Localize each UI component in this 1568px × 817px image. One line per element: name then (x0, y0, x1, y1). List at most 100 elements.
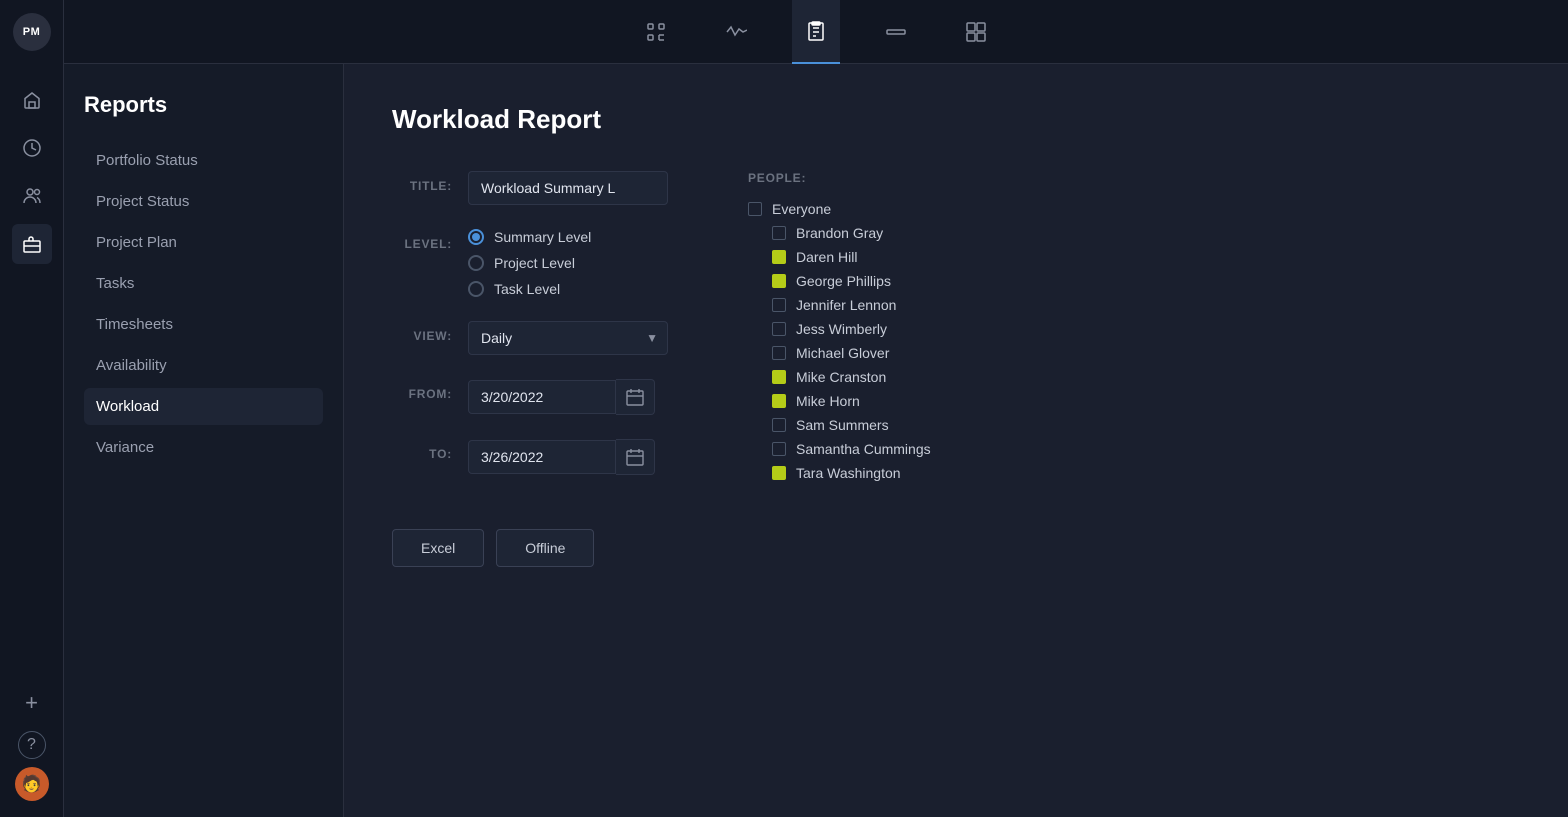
people-icon[interactable] (12, 176, 52, 216)
samantha-cummings-checkbox[interactable] (772, 442, 786, 456)
radio-task-indicator (468, 281, 484, 297)
person-mike-cranston[interactable]: Mike Cranston (748, 369, 1028, 385)
level-task-label: Task Level (494, 281, 560, 297)
michael-glover-name: Michael Glover (796, 345, 889, 361)
level-radio-group: Summary Level Project Level Task Level (468, 229, 591, 297)
reports-title: Reports (84, 92, 323, 118)
form-left: TITLE: LEVEL: Summary Level Project Leve… (392, 171, 668, 481)
from-date-wrap (468, 379, 655, 415)
form-section: TITLE: LEVEL: Summary Level Project Leve… (392, 171, 1520, 481)
sidebar-item-timesheets[interactable]: Timesheets (84, 306, 323, 343)
sidebar-item-portfolio-status[interactable]: Portfolio Status (84, 142, 323, 179)
sam-summers-name: Sam Summers (796, 417, 889, 433)
level-row: LEVEL: Summary Level Project Level Ta (392, 229, 668, 297)
sidebar-item-project-plan[interactable]: Project Plan (84, 224, 323, 261)
jennifer-lennon-checkbox[interactable] (772, 298, 786, 312)
jess-wimberly-checkbox[interactable] (772, 322, 786, 336)
level-summary-label: Summary Level (494, 229, 591, 245)
person-jess-wimberly[interactable]: Jess Wimberly (748, 321, 1028, 337)
view-label: VIEW: (392, 321, 452, 343)
sidebar-item-project-status[interactable]: Project Status (84, 183, 323, 220)
tara-washington-name: Tara Washington (796, 465, 901, 481)
person-mike-horn[interactable]: Mike Horn (748, 393, 1028, 409)
from-date-input[interactable] (468, 380, 616, 414)
scan-icon[interactable] (632, 0, 680, 64)
level-summary[interactable]: Summary Level (468, 229, 591, 245)
title-input[interactable] (468, 171, 668, 205)
samantha-cummings-name: Samantha Cummings (796, 441, 931, 457)
george-phillips-name: George Phillips (796, 273, 891, 289)
everyone-label: Everyone (772, 201, 831, 217)
view-row: VIEW: Daily Weekly Monthly ▼ (392, 321, 668, 355)
sidebar-item-variance[interactable]: Variance (84, 429, 323, 466)
person-jennifer-lennon[interactable]: Jennifer Lennon (748, 297, 1028, 313)
clipboard-icon[interactable] (792, 0, 840, 64)
top-nav: PM (0, 0, 1568, 64)
everyone-checkbox[interactable] (748, 202, 762, 216)
sidebar-item-availability[interactable]: Availability (84, 347, 323, 384)
person-brandon-gray[interactable]: Brandon Gray (748, 225, 1028, 241)
george-phillips-color (772, 274, 786, 288)
person-daren-hill[interactable]: Daren Hill (748, 249, 1028, 265)
title-label: TITLE: (392, 171, 452, 193)
home-icon[interactable] (12, 80, 52, 120)
activity-icon[interactable] (712, 0, 760, 64)
briefcase-icon[interactable] (12, 224, 52, 264)
view-select[interactable]: Daily Weekly Monthly (468, 321, 668, 355)
level-project-label: Project Level (494, 255, 575, 271)
person-everyone[interactable]: Everyone (748, 201, 1028, 217)
radio-summary-indicator (468, 229, 484, 245)
mike-cranston-name: Mike Cranston (796, 369, 886, 385)
to-date-wrap (468, 439, 655, 475)
mike-cranston-color (772, 370, 786, 384)
radio-project-indicator (468, 255, 484, 271)
mike-horn-color (772, 394, 786, 408)
person-sam-summers[interactable]: Sam Summers (748, 417, 1028, 433)
layout-icon[interactable] (952, 0, 1000, 64)
person-samantha-cummings[interactable]: Samantha Cummings (748, 441, 1028, 457)
level-project[interactable]: Project Level (468, 255, 591, 271)
clock-icon[interactable] (12, 128, 52, 168)
user-avatar[interactable]: 🧑 (15, 767, 49, 801)
offline-button[interactable]: Offline (496, 529, 594, 567)
content-area: Workload Report TITLE: LEVEL: Summary Le… (344, 64, 1568, 817)
to-calendar-icon[interactable] (616, 439, 655, 475)
from-calendar-icon[interactable] (616, 379, 655, 415)
sidebar-bottom: + ? 🧑 (12, 683, 52, 817)
view-select-wrap: Daily Weekly Monthly ▼ (468, 321, 668, 355)
tara-washington-color (772, 466, 786, 480)
to-date-input[interactable] (468, 440, 616, 474)
add-icon[interactable]: + (12, 683, 52, 723)
sam-summers-checkbox[interactable] (772, 418, 786, 432)
top-nav-icons (64, 0, 1568, 64)
title-row: TITLE: (392, 171, 668, 205)
icon-sidebar: + ? 🧑 (0, 64, 64, 817)
level-label: LEVEL: (392, 229, 452, 251)
app-logo[interactable]: PM (0, 0, 64, 64)
michael-glover-checkbox[interactable] (772, 346, 786, 360)
reports-sidebar: Reports Portfolio Status Project Status … (64, 64, 344, 817)
jennifer-lennon-name: Jennifer Lennon (796, 297, 896, 313)
to-label: TO: (392, 439, 452, 461)
brandon-gray-checkbox[interactable] (772, 226, 786, 240)
from-row: FROM: (392, 379, 668, 415)
person-george-phillips[interactable]: George Phillips (748, 273, 1028, 289)
from-label: FROM: (392, 379, 452, 401)
mike-horn-name: Mike Horn (796, 393, 860, 409)
people-list: Everyone Brandon Gray Daren Hill (748, 201, 1028, 481)
level-task[interactable]: Task Level (468, 281, 591, 297)
minus-icon[interactable] (872, 0, 920, 64)
excel-button[interactable]: Excel (392, 529, 484, 567)
sidebar-item-workload[interactable]: Workload (84, 388, 323, 425)
page-title: Workload Report (392, 104, 1520, 135)
person-tara-washington[interactable]: Tara Washington (748, 465, 1028, 481)
people-section: PEOPLE: Everyone Brandon Gray (748, 171, 1028, 481)
person-michael-glover[interactable]: Michael Glover (748, 345, 1028, 361)
people-label: PEOPLE: (748, 171, 1028, 185)
main-area: + ? 🧑 Reports Portfolio Status Project S… (0, 64, 1568, 817)
sidebar-item-tasks[interactable]: Tasks (84, 265, 323, 302)
help-icon[interactable]: ? (18, 731, 46, 759)
jess-wimberly-name: Jess Wimberly (796, 321, 887, 337)
button-row: Excel Offline (392, 529, 1520, 567)
daren-hill-name: Daren Hill (796, 249, 857, 265)
